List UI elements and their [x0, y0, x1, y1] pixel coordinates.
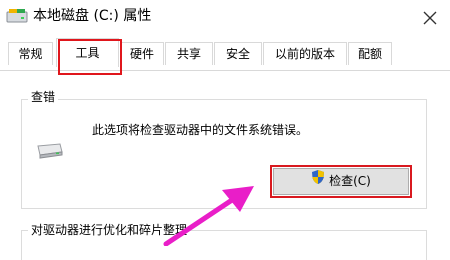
tab-highlight-box: [58, 39, 122, 75]
tab-label: 安全: [225, 47, 250, 61]
arrow-annotation-icon: [160, 180, 260, 250]
shield-icon: [311, 169, 325, 194]
drive-icon: [6, 6, 28, 30]
tab-label: 配额: [357, 47, 382, 61]
tab-label: 常规: [18, 47, 43, 61]
tab-hardware[interactable]: 硬件: [120, 42, 164, 65]
tab-label: 共享: [176, 47, 201, 61]
tab-previous-versions[interactable]: 以前的版本: [263, 42, 347, 65]
close-icon: [423, 11, 437, 25]
error-check-title: 查错: [28, 89, 59, 105]
check-button[interactable]: 检查(C): [270, 165, 412, 198]
tab-label: 硬件: [129, 47, 154, 61]
window-title: 本地磁盘 (C:) 属性: [33, 8, 152, 24]
tab-sharing[interactable]: 共享: [165, 42, 213, 65]
tab-quota[interactable]: 配额: [348, 42, 392, 65]
tab-general[interactable]: 常规: [8, 42, 53, 65]
close-button[interactable]: [412, 2, 446, 32]
check-button-label: 检查(C): [329, 174, 371, 188]
hard-drive-icon: [34, 140, 64, 164]
error-check-description: 此选项将检查驱动器中的文件系统错误。: [92, 123, 309, 137]
tab-security[interactable]: 安全: [214, 42, 262, 65]
title-bar: 本地磁盘 (C:) 属性: [0, 0, 450, 34]
tab-label: 以前的版本: [274, 47, 335, 61]
